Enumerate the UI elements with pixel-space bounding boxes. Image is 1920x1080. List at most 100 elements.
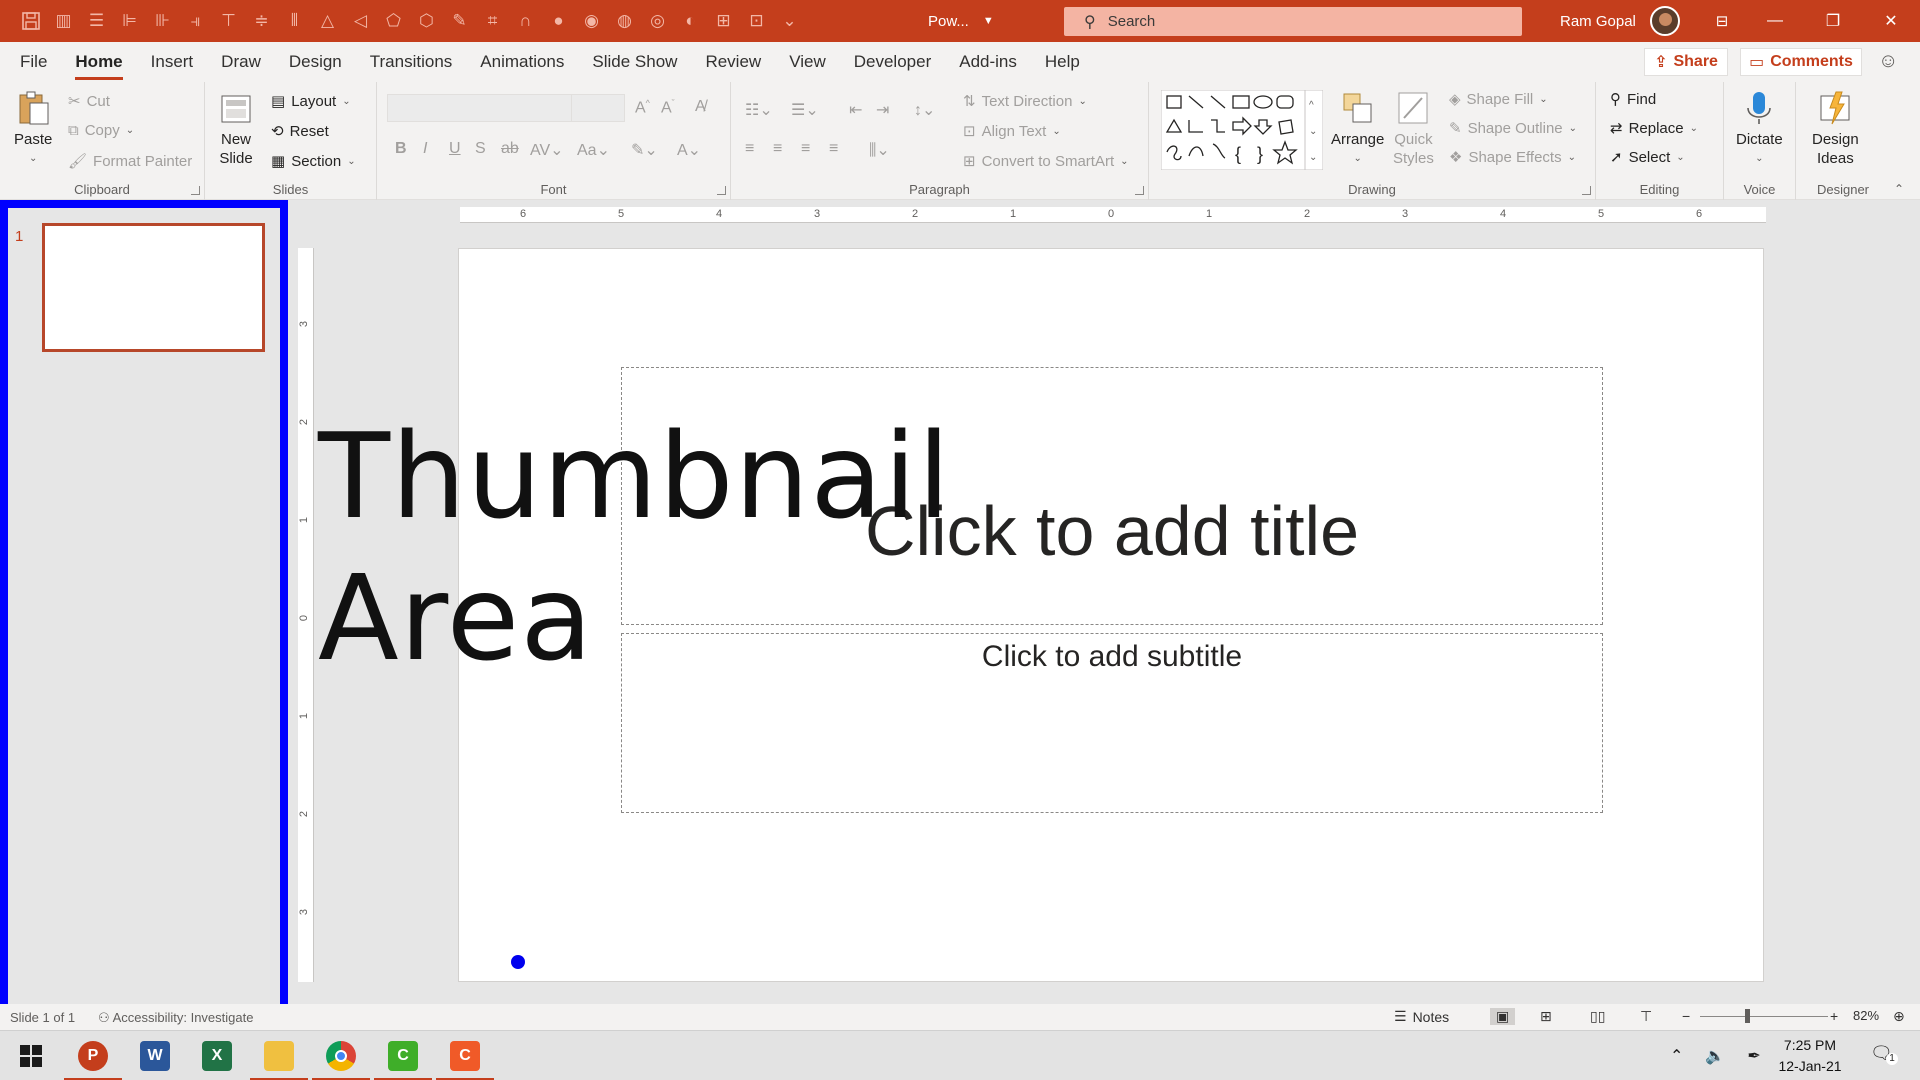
font-dialog-launcher-icon[interactable] bbox=[717, 186, 726, 195]
tab-developer[interactable]: Developer bbox=[840, 42, 946, 82]
restore-icon[interactable]: ❐ bbox=[1804, 0, 1862, 42]
start-button[interactable] bbox=[0, 1031, 62, 1080]
section-button[interactable]: ▦ Section ⌄ bbox=[271, 152, 356, 171]
align-top-icon[interactable]: ⊤ bbox=[212, 0, 245, 42]
comments-button[interactable]: ▭ Comments bbox=[1740, 48, 1862, 76]
ribbon-display-options-icon[interactable]: ⊟ bbox=[1702, 0, 1742, 42]
select-button[interactable]: ➚ Select ⌄ bbox=[1610, 148, 1685, 167]
fragment-icon[interactable]: ◍ bbox=[608, 0, 641, 42]
triangle-icon[interactable]: △ bbox=[311, 0, 344, 42]
chart-icon[interactable]: ▥ bbox=[47, 0, 80, 42]
align-right-icon[interactable]: ⫣ bbox=[179, 0, 212, 42]
reading-view-icon[interactable]: ▯▯ bbox=[1590, 1008, 1605, 1025]
chevron-up-icon[interactable]: ⌃ bbox=[1670, 1046, 1683, 1066]
arrange-button[interactable]: Arrange ⌄ bbox=[1331, 90, 1384, 168]
union-icon[interactable]: ● bbox=[542, 0, 575, 42]
shape-outline-button[interactable]: ✎ Shape Outline ⌄ bbox=[1449, 119, 1577, 138]
clipboard-dialog-launcher-icon[interactable] bbox=[191, 186, 200, 195]
tab-help[interactable]: Help bbox=[1031, 42, 1094, 82]
distribute-horizontal-icon[interactable]: ⫴ bbox=[278, 0, 311, 42]
tab-design[interactable]: Design bbox=[275, 42, 356, 82]
font-name-dropdown[interactable] bbox=[387, 94, 575, 122]
design-ideas-button[interactable]: Design Ideas bbox=[1812, 90, 1859, 168]
slide-thumbnail[interactable] bbox=[42, 223, 265, 352]
distribute-icon[interactable]: ⊪ bbox=[146, 0, 179, 42]
zoom-level[interactable]: 82% bbox=[1853, 1008, 1879, 1023]
align-middle-icon[interactable]: ≑ bbox=[245, 0, 278, 42]
notifications-button[interactable]: 🗨 1 bbox=[1870, 1043, 1898, 1069]
group-icon[interactable]: ⊞ bbox=[707, 0, 740, 42]
tab-draw[interactable]: Draw bbox=[207, 42, 275, 82]
layout-button[interactable]: ▤ Layout ⌄ bbox=[271, 92, 351, 111]
pen-workspace-icon[interactable]: ✒ bbox=[1747, 1046, 1760, 1066]
taskbar-powerpoint[interactable]: P bbox=[62, 1031, 124, 1080]
slide-sorter-icon[interactable]: ⊞ bbox=[1540, 1008, 1552, 1025]
normal-view-icon[interactable]: ▣ bbox=[1490, 1008, 1516, 1025]
tab-home[interactable]: Home bbox=[61, 42, 136, 82]
taskbar-chrome[interactable] bbox=[310, 1031, 372, 1080]
user-account[interactable]: Ram Gopal bbox=[1560, 0, 1680, 42]
character-spacing-icon[interactable]: AV⌄ bbox=[530, 140, 564, 160]
tab-slide-show[interactable]: Slide Show bbox=[578, 42, 691, 82]
line-spacing-icon[interactable]: ↕⌄ bbox=[914, 100, 935, 120]
screenshot-icon[interactable]: ⊡ bbox=[740, 0, 773, 42]
system-clock[interactable]: 7:25 PM 12-Jan-21 bbox=[1770, 1035, 1850, 1077]
align-icon[interactable]: ☰ bbox=[80, 0, 113, 42]
italic-icon[interactable]: I bbox=[423, 140, 427, 158]
shape-fill-button[interactable]: ◈ Shape Fill ⌄ bbox=[1449, 90, 1548, 109]
horizontal-ruler[interactable]: 6 5 4 3 2 1 0 1 2 3 4 5 6 bbox=[460, 207, 1766, 223]
clear-formatting-icon[interactable]: A̸ bbox=[695, 98, 706, 116]
align-left-icon[interactable]: ≡ bbox=[745, 140, 754, 158]
vertical-ruler[interactable]: 3 2 1 0 1 2 3 bbox=[298, 248, 314, 982]
shape-effects-button[interactable]: ❖ Shape Effects ⌄ bbox=[1449, 148, 1576, 167]
tab-transitions[interactable]: Transitions bbox=[356, 42, 467, 82]
zoom-out-icon[interactable]: − bbox=[1682, 1008, 1690, 1024]
align-left-icon[interactable]: ⊫ bbox=[113, 0, 146, 42]
dictate-button[interactable]: Dictate ⌄ bbox=[1736, 90, 1783, 168]
shapes-gallery[interactable]: { } ^ ⌄ ⌄ bbox=[1161, 90, 1323, 170]
minimize-icon[interactable]: — bbox=[1746, 0, 1804, 42]
bullets-icon[interactable]: ☷⌄ bbox=[745, 100, 773, 120]
fit-to-window-icon[interactable]: ⊕ bbox=[1893, 1008, 1905, 1025]
combine-icon[interactable]: ◉ bbox=[575, 0, 608, 42]
tab-add-ins[interactable]: Add-ins bbox=[945, 42, 1031, 82]
format-painter-button[interactable]: 🖌 Format Painter bbox=[68, 152, 192, 171]
new-slide-button[interactable]: New Slide bbox=[219, 90, 253, 168]
align-text-button[interactable]: ⊡ Align Text ⌄ bbox=[963, 122, 1061, 141]
increase-font-icon[interactable]: A^ bbox=[635, 98, 650, 117]
zoom-slider-thumb[interactable] bbox=[1745, 1009, 1750, 1023]
reset-button[interactable]: ⟲ Reset bbox=[271, 122, 329, 141]
replace-button[interactable]: ⇄ Replace ⌄ bbox=[1610, 119, 1698, 138]
justify-icon[interactable]: ≡ bbox=[829, 140, 838, 158]
underline-icon[interactable]: U bbox=[449, 140, 461, 158]
crop-icon[interactable]: ⌗ bbox=[476, 0, 509, 42]
search-box[interactable]: ⚲ Search bbox=[1064, 7, 1522, 36]
notes-button[interactable]: ☰ Notes bbox=[1394, 1008, 1449, 1025]
share-button[interactable]: ⇪ Share bbox=[1644, 48, 1728, 76]
columns-icon[interactable]: ⫼⌄ bbox=[869, 140, 890, 160]
find-button[interactable]: ⚲ Find bbox=[1610, 90, 1656, 109]
collapse-ribbon-icon[interactable]: ⌃ bbox=[1894, 182, 1904, 196]
bold-icon[interactable]: B bbox=[395, 140, 407, 158]
numbering-icon[interactable]: ☰⌄ bbox=[791, 100, 819, 120]
arrow-left-icon[interactable]: ◁ bbox=[344, 0, 377, 42]
document-title[interactable]: Pow... ▼ bbox=[928, 0, 994, 42]
convert-smartart-button[interactable]: ⊞ Convert to SmartArt ⌄ bbox=[963, 152, 1129, 171]
text-direction-button[interactable]: ⇅ Text Direction ⌄ bbox=[963, 92, 1087, 111]
shape-edit-icon[interactable]: ⬠ bbox=[377, 0, 410, 42]
tab-review[interactable]: Review bbox=[691, 42, 775, 82]
taskbar-excel[interactable]: X bbox=[186, 1031, 248, 1080]
shape-icon[interactable]: ⬡ bbox=[410, 0, 443, 42]
paragraph-dialog-launcher-icon[interactable] bbox=[1135, 186, 1144, 195]
tab-view[interactable]: View bbox=[775, 42, 840, 82]
taskbar-camtasia-green[interactable]: C bbox=[372, 1031, 434, 1080]
zoom-in-icon[interactable]: + bbox=[1830, 1008, 1838, 1024]
increase-indent-icon[interactable]: ⇥ bbox=[876, 100, 889, 120]
tab-file[interactable]: File bbox=[0, 42, 61, 82]
pen-icon[interactable]: ✎ bbox=[443, 0, 476, 42]
lasso-icon[interactable]: ∩ bbox=[509, 0, 542, 42]
decrease-indent-icon[interactable]: ⇤ bbox=[849, 100, 862, 120]
slideshow-icon[interactable]: ⊤ bbox=[1640, 1008, 1652, 1025]
taskbar-camtasia-orange[interactable]: C bbox=[434, 1031, 496, 1080]
highlight-icon[interactable]: ✎⌄ bbox=[631, 140, 658, 160]
